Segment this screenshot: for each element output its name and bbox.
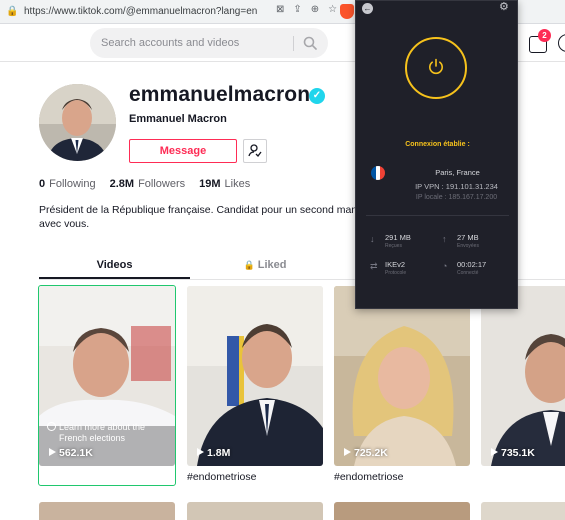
- clock-icon: ◔: [442, 261, 448, 271]
- vpn-location: Paris, France: [435, 168, 480, 177]
- video-card[interactable]: 725.2K: [334, 286, 470, 466]
- vpn-popup: ← ⚙ Connexion établie : Paris, France IP…: [355, 0, 518, 309]
- video-thumbnail: [334, 286, 470, 466]
- video-caption[interactable]: #endometriose: [187, 471, 256, 483]
- translate-icon[interactable]: ⊠: [276, 4, 284, 15]
- follow-user-icon: [248, 144, 262, 157]
- tab-liked-label: Liked: [257, 259, 287, 271]
- power-icon: [429, 58, 443, 75]
- brave-shield-icon[interactable]: [340, 4, 354, 19]
- protocol-icon: ⇄: [370, 261, 378, 271]
- message-button[interactable]: Message: [129, 139, 237, 163]
- download-icon: ↓: [370, 234, 375, 244]
- profile-bio: Président de la République française. Ca…: [39, 203, 372, 231]
- video-card[interactable]: [39, 502, 175, 520]
- power-button[interactable]: [405, 37, 467, 99]
- video-thumbnail: [481, 286, 565, 466]
- vpn-status: Connexion établie :: [405, 141, 470, 148]
- gear-icon[interactable]: ⚙: [499, 2, 510, 13]
- learn-more-elections-link[interactable]: Learn more about the French elections: [47, 422, 169, 444]
- profile-avatar: [39, 84, 116, 161]
- video-views: 725.2K: [354, 447, 388, 459]
- video-card[interactable]: [481, 502, 565, 520]
- tab-liked[interactable]: 🔒 Liked: [190, 259, 340, 271]
- search-icon[interactable]: [303, 36, 317, 50]
- url-text[interactable]: https://www.tiktok.com/@emmanuelmacron?l…: [24, 6, 257, 17]
- video-card[interactable]: Learn more about the French elections 56…: [39, 286, 175, 466]
- local-ip: IP locale : 185.167.17.200: [415, 194, 498, 201]
- info-icon: [47, 422, 56, 431]
- tab-videos[interactable]: Videos: [39, 259, 190, 271]
- profile-display-name: Emmanuel Macron: [129, 113, 227, 125]
- upload-icon: ↑: [442, 234, 447, 244]
- profile-stats: 0 Following 2.8M Followers 19M Likes: [39, 178, 250, 190]
- video-card[interactable]: [187, 502, 323, 520]
- following-stat[interactable]: 0 Following: [39, 178, 96, 190]
- lock-icon: 🔒: [243, 260, 255, 270]
- browser-toolbar-icons: ⊠ ⇪ ⊕ ☆: [276, 4, 337, 15]
- video-card[interactable]: 735.1K: [481, 286, 565, 466]
- lock-icon: 🔒: [6, 5, 19, 17]
- video-thumbnail: [187, 286, 323, 466]
- search-input[interactable]: Search accounts and videos: [101, 37, 239, 49]
- video-card[interactable]: 1.8M: [187, 286, 323, 466]
- search-divider: [293, 36, 294, 51]
- page: 🔒 https://www.tiktok.com/@emmanuelmacron…: [0, 0, 565, 520]
- vpn-ip: IP VPN : 191.101.31.234: [415, 182, 498, 191]
- follow-user-button[interactable]: [243, 139, 267, 163]
- back-arrow-icon[interactable]: ←: [362, 3, 373, 14]
- vpn-divider: [366, 215, 509, 216]
- video-views: 1.8M: [207, 447, 231, 459]
- video-views: 735.1K: [501, 447, 535, 459]
- followers-stat[interactable]: 2.8M Followers: [110, 178, 186, 190]
- video-card[interactable]: [334, 502, 470, 520]
- bookmark-icon[interactable]: ☆: [328, 4, 337, 15]
- video-views: 562.1K: [59, 447, 93, 459]
- video-caption[interactable]: #endometriose: [334, 471, 403, 483]
- verified-badge-icon: ✓: [309, 88, 325, 104]
- search-box[interactable]: Search accounts and videos: [90, 28, 328, 58]
- bio-line-1: Président de la République française. Ca…: [39, 204, 372, 216]
- likes-stat: 19M Likes: [199, 178, 251, 190]
- inbox-badge: 2: [538, 29, 551, 42]
- share-icon[interactable]: ⇪: [293, 4, 301, 15]
- zoom-icon[interactable]: ⊕: [311, 4, 319, 15]
- bio-line-2: avec vous.: [39, 218, 90, 230]
- profile-username: emmanuelmacron: [129, 83, 311, 106]
